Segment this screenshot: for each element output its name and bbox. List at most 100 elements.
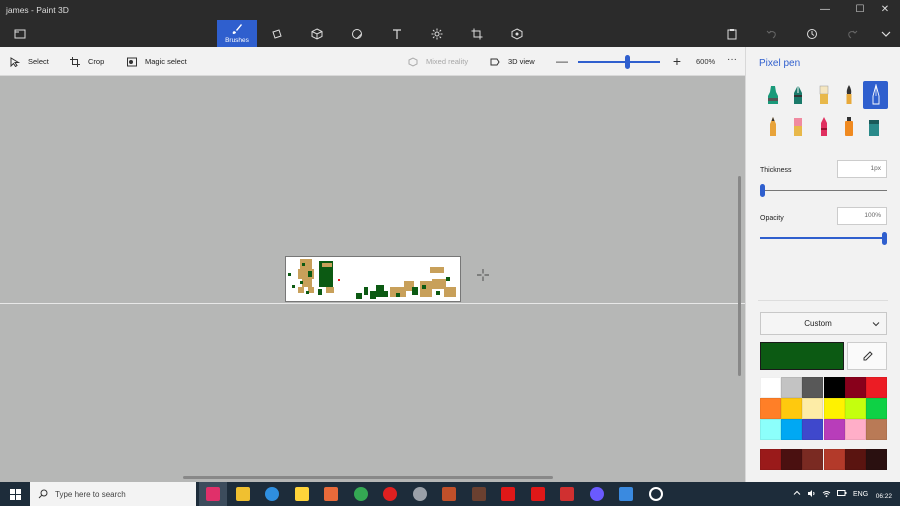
color-swatch[interactable] bbox=[781, 448, 803, 470]
zoom-slider-track[interactable] bbox=[578, 61, 660, 63]
blue-app-icon bbox=[619, 487, 633, 501]
workspace-horizon-line bbox=[0, 303, 745, 304]
chevron-up-icon[interactable] bbox=[793, 489, 801, 499]
color-swatch[interactable] bbox=[866, 419, 887, 441]
canvas-tab[interactable] bbox=[457, 20, 497, 47]
taskbar-app-photos[interactable] bbox=[317, 482, 345, 506]
taskbar-app-edge[interactable] bbox=[258, 482, 286, 506]
color-swatch[interactable] bbox=[866, 398, 887, 420]
crayon-button[interactable] bbox=[813, 115, 835, 139]
text-tab[interactable] bbox=[377, 20, 417, 47]
zoom-slider-thumb[interactable] bbox=[625, 55, 630, 69]
mixed-reality-button[interactable]: Mixed reality bbox=[408, 47, 468, 76]
color-swatch[interactable] bbox=[760, 398, 781, 420]
stickers-tab[interactable] bbox=[337, 20, 377, 47]
color-swatch[interactable] bbox=[823, 377, 845, 398]
language-indicator[interactable]: ENG bbox=[853, 491, 868, 498]
vertical-scrollbar[interactable] bbox=[738, 176, 741, 376]
3d-shapes-tab[interactable] bbox=[297, 20, 337, 47]
pixel-pen-button[interactable] bbox=[863, 81, 888, 109]
start-button[interactable] bbox=[0, 482, 30, 506]
calligraphy-pen-button[interactable] bbox=[787, 83, 809, 107]
expand-button[interactable] bbox=[866, 20, 900, 47]
effects-tab[interactable] bbox=[417, 20, 457, 47]
oil-brush-button[interactable] bbox=[813, 83, 835, 107]
canvas-workspace[interactable] bbox=[0, 76, 745, 482]
volume-icon[interactable] bbox=[807, 489, 816, 500]
opacity-input[interactable]: 100% bbox=[837, 207, 887, 225]
taskbar-app-orb[interactable] bbox=[583, 482, 611, 506]
watercolor-brush-button[interactable] bbox=[838, 83, 860, 107]
thickness-slider-thumb[interactable] bbox=[760, 184, 765, 197]
taskbar-app-mario[interactable] bbox=[553, 482, 581, 506]
color-swatch[interactable] bbox=[802, 448, 824, 470]
spray-can-button[interactable] bbox=[838, 115, 860, 139]
taskbar-app-rpg-app[interactable] bbox=[465, 482, 493, 506]
zoom-in-button[interactable]: + bbox=[670, 54, 684, 69]
color-swatch[interactable] bbox=[760, 448, 781, 470]
color-swatch[interactable] bbox=[823, 448, 845, 470]
taskbar-app-file-explorer[interactable] bbox=[229, 482, 257, 506]
drawing-canvas[interactable] bbox=[285, 256, 461, 302]
zoom-level[interactable]: 600% bbox=[696, 57, 715, 66]
taskbar-app-red-app-2[interactable] bbox=[524, 482, 552, 506]
taskbar-app-winamp[interactable] bbox=[288, 482, 316, 506]
magic-select-button[interactable]: Magic select bbox=[127, 47, 187, 76]
history-button[interactable] bbox=[792, 20, 832, 47]
opacity-slider-thumb[interactable] bbox=[882, 232, 887, 245]
marker-brush-button[interactable] bbox=[762, 83, 784, 107]
color-swatch[interactable] bbox=[781, 419, 803, 441]
taskbar-app-chrome[interactable] bbox=[347, 482, 375, 506]
zoom-out-button[interactable]: — bbox=[556, 55, 568, 68]
minimize-button[interactable]: — bbox=[810, 0, 840, 20]
color-swatch[interactable] bbox=[823, 398, 845, 420]
paste-button[interactable] bbox=[712, 20, 752, 47]
eyedropper-button[interactable] bbox=[847, 342, 887, 370]
color-swatch[interactable] bbox=[844, 377, 866, 398]
eraser-button[interactable] bbox=[787, 115, 809, 139]
taskbar-app-red-app-1[interactable] bbox=[494, 482, 522, 506]
color-swatch[interactable] bbox=[844, 398, 866, 420]
taskbar-search-box[interactable]: Type here to search bbox=[30, 482, 196, 506]
pencil-button[interactable] bbox=[762, 115, 784, 139]
color-swatch[interactable] bbox=[760, 419, 781, 441]
color-swatch[interactable] bbox=[844, 448, 866, 470]
color-swatch[interactable] bbox=[781, 377, 803, 398]
brushes-tab[interactable]: Brushes bbox=[217, 20, 257, 47]
taskbar-app-paint-3d[interactable] bbox=[199, 482, 227, 506]
color-swatch[interactable] bbox=[844, 419, 866, 441]
3d-library-tab[interactable] bbox=[497, 20, 537, 47]
eyedropper-icon bbox=[863, 350, 873, 360]
battery-icon[interactable] bbox=[837, 489, 847, 499]
taskbar-app-game-app[interactable] bbox=[435, 482, 463, 506]
2d-shapes-tab[interactable] bbox=[257, 20, 297, 47]
network-icon[interactable] bbox=[822, 489, 831, 500]
color-swatch[interactable] bbox=[802, 419, 824, 441]
fill-button[interactable] bbox=[863, 115, 885, 139]
current-color-swatch[interactable] bbox=[760, 342, 844, 370]
color-swatch[interactable] bbox=[781, 398, 803, 420]
taskbar-app-media-player[interactable] bbox=[642, 482, 670, 506]
select-button[interactable]: Select bbox=[10, 47, 49, 76]
opacity-slider-fill[interactable] bbox=[760, 237, 887, 239]
horizontal-scrollbar[interactable] bbox=[183, 476, 553, 479]
thickness-slider-track[interactable] bbox=[760, 190, 887, 191]
close-button[interactable]: ✕ bbox=[870, 0, 900, 20]
menu-button[interactable] bbox=[0, 20, 40, 47]
crop-button[interactable]: Crop bbox=[70, 47, 104, 76]
3d-view-button[interactable]: 3D view bbox=[490, 47, 535, 76]
color-swatch[interactable] bbox=[823, 419, 845, 441]
undo-button[interactable] bbox=[752, 20, 792, 47]
color-swatch[interactable] bbox=[802, 398, 824, 420]
more-options-button[interactable]: ··· bbox=[725, 55, 739, 67]
color-mode-dropdown[interactable]: Custom bbox=[760, 312, 887, 335]
color-swatch[interactable] bbox=[760, 377, 781, 398]
thickness-input[interactable]: 1px bbox=[837, 160, 887, 178]
taskbar-app-obs[interactable] bbox=[406, 482, 434, 506]
taskbar-app-blue-app[interactable] bbox=[612, 482, 640, 506]
taskbar-clock[interactable]: 06:22 bbox=[876, 493, 892, 500]
color-swatch[interactable] bbox=[866, 377, 887, 398]
color-swatch[interactable] bbox=[866, 448, 887, 470]
taskbar-app-record[interactable] bbox=[376, 482, 404, 506]
color-swatch[interactable] bbox=[802, 377, 824, 398]
